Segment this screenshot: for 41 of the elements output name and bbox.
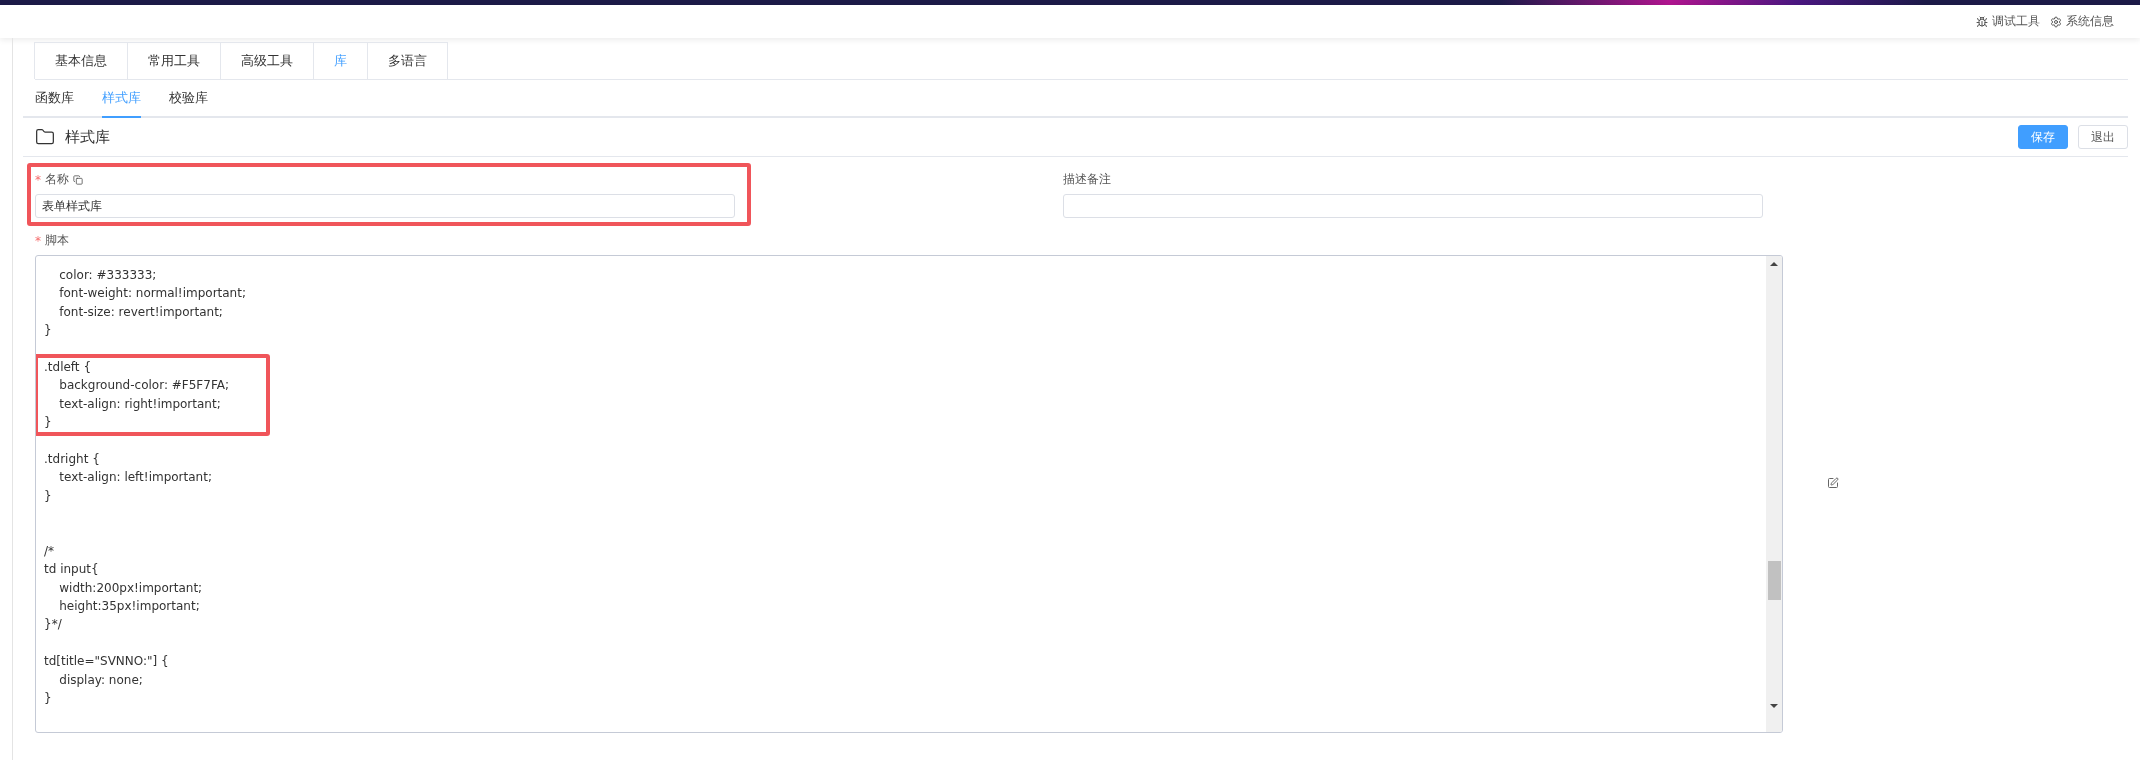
- code-line: display: none;: [58, 672, 143, 687]
- code-line: td input{: [44, 562, 99, 577]
- header-link[interactable]: 调试工具: [1976, 13, 2040, 30]
- field-label: 脚本: [45, 232, 69, 249]
- code-line: width:200px!important;: [58, 580, 203, 595]
- code-line: .tdright {: [44, 451, 100, 466]
- tab[interactable]: 基本信息: [34, 42, 128, 79]
- settings-icon: [2050, 15, 2062, 28]
- sub-tab[interactable]: 函数库: [35, 80, 74, 118]
- field-label: 名称: [45, 171, 69, 188]
- code-line: }: [44, 323, 52, 338]
- code-line: background-color: #F5F7FA;: [58, 378, 229, 393]
- required-mark: *: [35, 233, 41, 248]
- code-line: font-weight: normal!important;: [58, 286, 246, 301]
- name-input[interactable]: 表单样式库: [35, 194, 735, 218]
- code-line: td[title="SVNNO:"] {: [44, 654, 169, 669]
- code-line: }: [44, 488, 52, 503]
- copy-icon[interactable]: [73, 174, 83, 185]
- header-link[interactable]: 系统信息: [2050, 13, 2114, 30]
- code-line: .tdleft {: [44, 359, 92, 374]
- code-line: }*/: [44, 617, 62, 632]
- code-line: font-size: revert!important;: [58, 304, 223, 319]
- description-input[interactable]: [1063, 194, 1763, 218]
- required-mark: *: [35, 172, 41, 187]
- folder-icon: [35, 127, 55, 147]
- scrollbar-thumb[interactable]: [1767, 561, 1781, 600]
- tab[interactable]: 多语言: [367, 42, 448, 79]
- field-label: 描述备注: [1063, 171, 1111, 188]
- section-title: 样式库: [65, 127, 111, 147]
- code-line: }: [44, 691, 52, 705]
- scrollbar[interactable]: [1766, 256, 1782, 732]
- bug-icon: [1976, 15, 1988, 28]
- code-line: text-align: left!important;: [58, 470, 212, 485]
- code-line: /*: [44, 543, 55, 558]
- code-line: text-align: right!important;: [58, 396, 221, 411]
- code-line: }: [44, 415, 52, 430]
- edit-icon[interactable]: [1827, 476, 1839, 489]
- code-line: color: #333333;: [58, 268, 157, 282]
- sub-tab[interactable]: 校验库: [169, 80, 208, 118]
- code-line: height:35px!important;: [58, 599, 200, 614]
- exit-button[interactable]: 退出: [2078, 125, 2128, 149]
